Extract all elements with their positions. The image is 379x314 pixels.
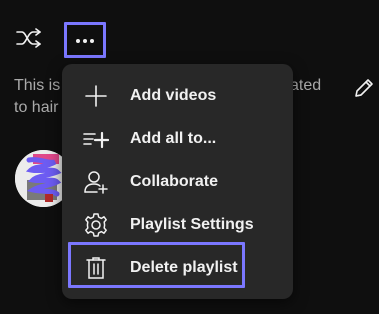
pencil-icon xyxy=(353,77,375,104)
menu-item-delete-playlist[interactable]: Delete playlist xyxy=(62,246,293,289)
person-add-icon xyxy=(82,168,110,196)
shuffle-button[interactable] xyxy=(12,24,46,56)
menu-item-label: Add videos xyxy=(130,86,217,104)
description-text-right: ated xyxy=(290,77,322,94)
menu-item-label: Playlist Settings xyxy=(130,215,254,233)
menu-item-add-videos[interactable]: Add videos xyxy=(62,74,293,117)
playlist-add-icon xyxy=(82,125,110,153)
playlist-actions-menu: Add videos Add all to... Collaborate Pla… xyxy=(62,64,293,299)
trash-icon xyxy=(82,254,110,282)
menu-item-add-all-to[interactable]: Add all to... xyxy=(62,117,293,160)
more-actions-button[interactable] xyxy=(64,22,106,58)
description-text-left: This is xyxy=(14,77,61,94)
menu-item-collaborate[interactable]: Collaborate xyxy=(62,160,293,203)
plus-icon xyxy=(82,82,110,110)
menu-item-label: Collaborate xyxy=(130,172,219,190)
gear-icon xyxy=(82,211,110,239)
edit-description-button[interactable] xyxy=(350,76,378,104)
menu-item-label: Add all to... xyxy=(130,129,217,147)
shuffle-icon xyxy=(16,27,42,53)
menu-item-playlist-settings[interactable]: Playlist Settings xyxy=(62,203,293,246)
menu-item-label: Delete playlist xyxy=(130,258,238,276)
more-horizontal-icon xyxy=(75,31,95,49)
